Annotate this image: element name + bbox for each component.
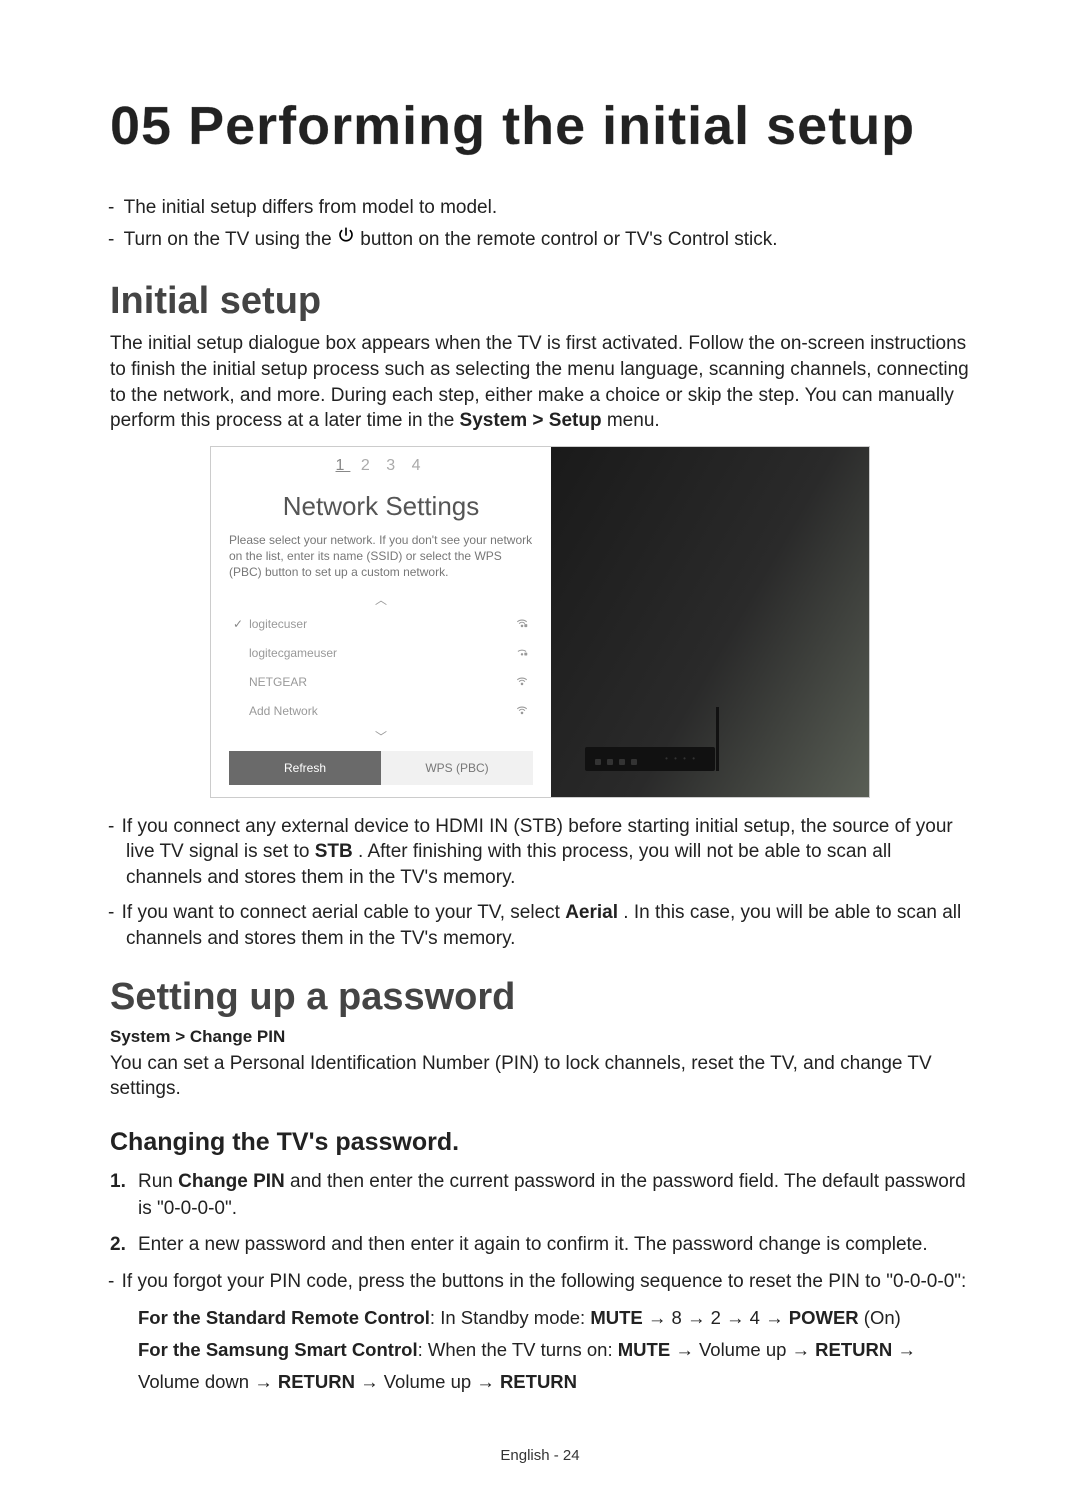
network-name: NETGEAR: [233, 675, 515, 689]
network-item[interactable]: NETGEAR: [229, 668, 533, 697]
network-name: Add Network: [233, 704, 515, 718]
sequence-bold: MUTE: [618, 1339, 670, 1360]
network-item[interactable]: Add Network: [229, 697, 533, 726]
step-number-current: 1: [336, 457, 351, 474]
step-indicator: 1 2 3 4: [229, 457, 533, 475]
button-row: Refresh WPS (PBC): [229, 751, 533, 785]
sequence-text: → Volume up →: [675, 1339, 815, 1360]
chapter-title: 05 Performing the initial setup: [110, 95, 970, 157]
step-number: 2: [361, 457, 376, 474]
post-note: If you want to connect aerial cable to y…: [122, 900, 970, 951]
intro-bullet-text-after: button on the remote control or TV's Con…: [360, 229, 777, 250]
sequence-text: (On): [864, 1307, 901, 1328]
network-settings-screenshot: › Next 1 2 3 4 Network Settings Please s…: [210, 446, 870, 798]
forgot-pin-note: If you forgot your PIN code, press the b…: [122, 1269, 970, 1295]
network-item[interactable]: logitecgameuser: [229, 639, 533, 668]
sequence-bold: RETURN: [500, 1371, 577, 1392]
sequence-bold: POWER: [789, 1307, 859, 1328]
system-setup-breadcrumb: System > Setup: [460, 410, 602, 431]
sequence-text: Volume down →: [138, 1371, 278, 1392]
network-settings-description: Please select your network. If you don't…: [229, 532, 533, 581]
password-heading: Setting up a password: [110, 976, 970, 1019]
scroll-up-icon[interactable]: ︿: [229, 591, 533, 608]
password-step: Enter a new password and then enter it a…: [110, 1232, 970, 1259]
refresh-button[interactable]: Refresh: [229, 751, 381, 785]
step-number: 4: [412, 457, 427, 474]
password-paragraph: You can set a Personal Identification Nu…: [110, 1051, 970, 1102]
intro-bullet: The initial setup differs from model to …: [122, 195, 970, 221]
wps-pbc-button[interactable]: WPS (PBC): [381, 751, 533, 785]
initial-setup-paragraph: The initial setup dialogue box appears w…: [110, 331, 970, 434]
wifi-icon: [515, 674, 529, 691]
initial-setup-heading: Initial setup: [110, 280, 970, 323]
check-icon: ✓: [233, 617, 243, 631]
intro-bullet-text-before: Turn on the TV using the: [124, 229, 337, 250]
step-text-before: Run: [138, 1171, 178, 1192]
standard-remote-sequence: For the Standard Remote Control: In Stan…: [138, 1304, 970, 1332]
post-notes-list: If you connect any external device to HD…: [122, 814, 970, 952]
chapter-name: Performing the initial setup: [188, 96, 915, 156]
screenshot-right-panel: • • • •: [551, 447, 869, 797]
password-steps: Run Change PIN and then enter the curren…: [110, 1169, 970, 1259]
forgot-pin-note-list: If you forgot your PIN code, press the b…: [122, 1269, 970, 1295]
wifi-icon: [515, 703, 529, 720]
reset-sequence-block: For the Standard Remote Control: In Stan…: [110, 1304, 970, 1395]
sequence-text: → Volume up →: [360, 1371, 500, 1392]
note-text-before: If you want to connect aerial cable to y…: [122, 902, 566, 923]
network-item[interactable]: ✓ logitecuser: [229, 610, 533, 639]
chapter-number: 05: [110, 96, 172, 156]
password-step: Run Change PIN and then enter the curren…: [110, 1169, 970, 1222]
sequence-bold: RETURN: [815, 1339, 892, 1360]
smart-control-sequence: For the Samsung Smart Control: When the …: [138, 1336, 970, 1364]
network-settings-title: Network Settings: [229, 491, 533, 522]
wifi-lock-icon: [515, 616, 529, 633]
intro-bullet-list: The initial setup differs from model to …: [122, 195, 970, 252]
network-name: logitecgameuser: [233, 646, 515, 660]
sequence-text: →: [897, 1339, 916, 1360]
router-illustration: • • • •: [585, 747, 715, 771]
initial-setup-text-after: menu.: [607, 410, 660, 431]
network-name: logitecuser: [249, 617, 515, 631]
post-note: If you connect any external device to HD…: [122, 814, 970, 891]
changing-password-subheading: Changing the TV's password.: [110, 1128, 970, 1157]
note-bold: Aerial: [565, 902, 618, 923]
step-bold: Change PIN: [178, 1171, 285, 1192]
page-footer: English - 24: [0, 1447, 1080, 1464]
sequence-label: For the Samsung Smart Control: [138, 1339, 418, 1360]
screenshot-left-panel: 1 2 3 4 Network Settings Please select y…: [211, 447, 551, 797]
sequence-text: → 8 → 2 → 4 →: [648, 1307, 789, 1328]
note-bold: STB: [315, 841, 353, 862]
intro-bullet: Turn on the TV using the button on the r…: [122, 227, 970, 253]
wifi-lock-icon: [515, 645, 529, 662]
scroll-down-icon[interactable]: ﹀: [229, 728, 533, 745]
sequence-mode: When the TV turns on:: [428, 1339, 613, 1360]
step-number: 3: [386, 457, 401, 474]
sequence-bold: MUTE: [590, 1307, 642, 1328]
sequence-mode: In Standby mode:: [440, 1307, 585, 1328]
power-icon: [337, 226, 355, 252]
sequence-label: For the Standard Remote Control: [138, 1307, 430, 1328]
password-breadcrumb: System > Change PIN: [110, 1027, 970, 1047]
network-list: ✓ logitecuser logitecgameuser NETGEAR A: [229, 610, 533, 726]
smart-control-sequence-cont: Volume down → RETURN → Volume up → RETUR…: [138, 1368, 970, 1396]
step-text: Enter a new password and then enter it a…: [138, 1234, 928, 1255]
sequence-bold: RETURN: [278, 1371, 355, 1392]
